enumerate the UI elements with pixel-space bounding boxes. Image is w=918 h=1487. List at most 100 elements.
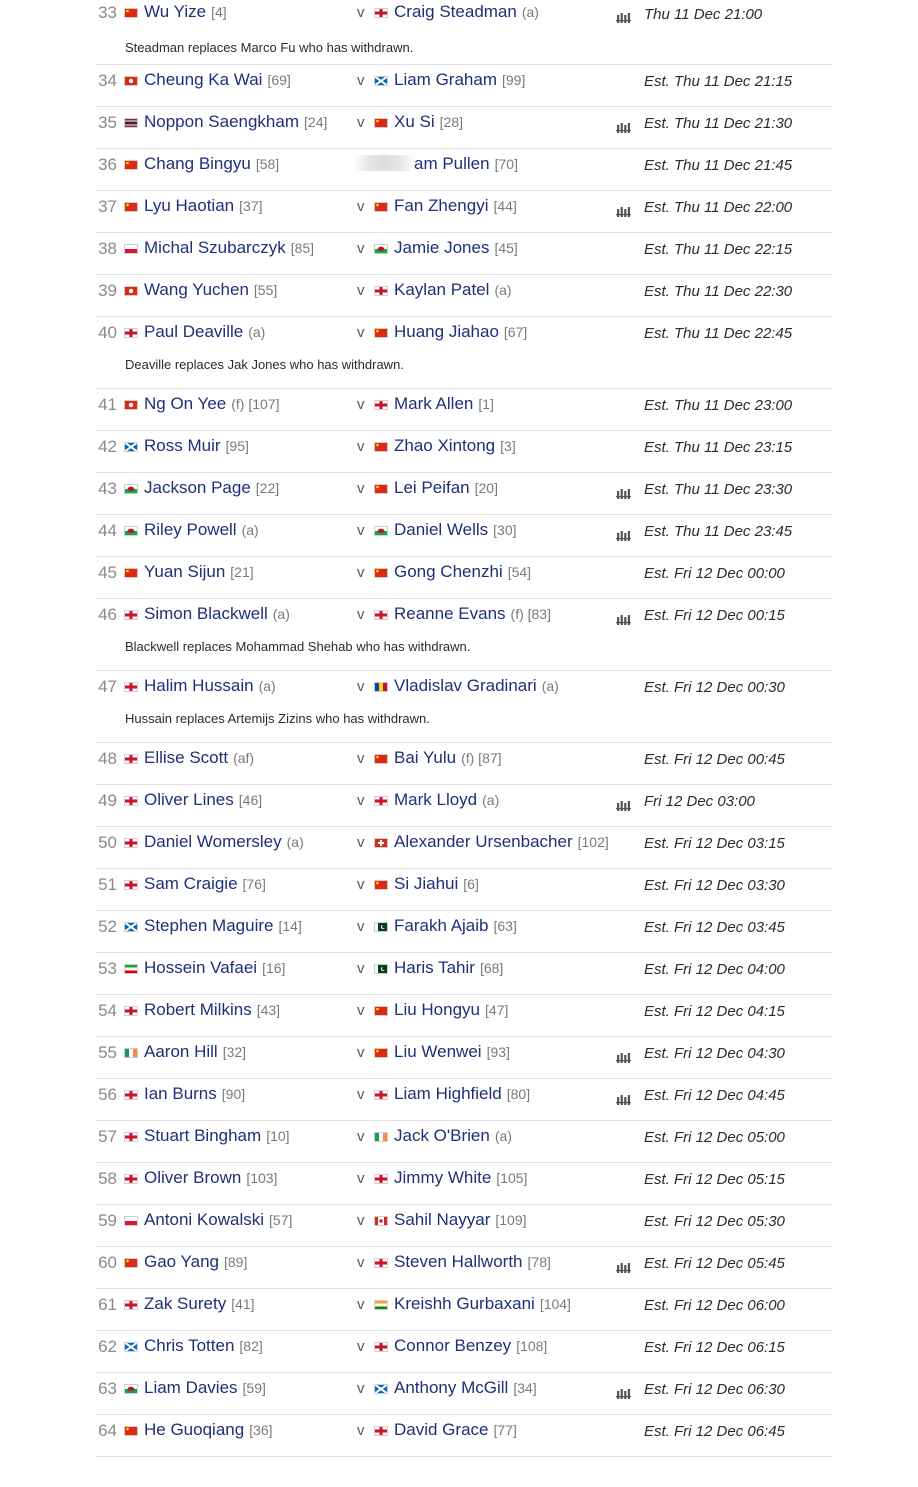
match-row: 64 He Guoqiang [36] v David Grace [77] Est. Fr…: [96, 1415, 832, 1457]
player-name-link[interactable]: Oliver Lines: [144, 790, 234, 809]
versus-label: v: [357, 4, 365, 21]
player-name-link[interactable]: Riley Powell: [144, 520, 237, 539]
england-flag-icon: [374, 286, 388, 296]
match-time: Est. Fri 12 Dec 03:15: [644, 835, 785, 852]
hongkong-flag-icon: [124, 76, 138, 86]
player-name-link[interactable]: Hossein Vafaei: [144, 958, 257, 977]
player-name-link[interactable]: Alexander Ursenbacher: [394, 832, 573, 851]
player-name-link[interactable]: Aaron Hill: [144, 1042, 218, 1061]
player-name-link[interactable]: Sahil Nayyar: [394, 1210, 490, 1229]
player-name-link[interactable]: Ng On Yee: [144, 394, 226, 413]
player-name-link[interactable]: Noppon Saengkham: [144, 112, 299, 131]
player-name-link[interactable]: Lei Peifan: [394, 478, 470, 497]
england-flag-icon: [124, 754, 138, 764]
player-name-link[interactable]: Haris Tahir: [394, 958, 475, 977]
match-number: 59: [98, 1211, 117, 1230]
player-name-link[interactable]: Connor Benzey: [394, 1336, 511, 1355]
player-name-link[interactable]: He Guoqiang: [144, 1420, 244, 1439]
england-flag-icon: [374, 400, 388, 410]
player-name-link[interactable]: Zhao Xintong: [394, 436, 495, 455]
player-name-link[interactable]: Jamie Jones: [394, 238, 489, 257]
india-flag-icon: [374, 1300, 388, 1310]
player-name-link[interactable]: Xu Si: [394, 112, 435, 131]
player-seed: [82]: [239, 1338, 263, 1354]
player-name-link[interactable]: Jack O'Brien: [394, 1126, 490, 1145]
player-two: Alexander Ursenbacher [102]: [374, 832, 609, 852]
player-seed: (a): [482, 792, 500, 808]
player-name-link[interactable]: Mark Allen: [394, 394, 473, 413]
player-name-link[interactable]: Ian Burns: [144, 1084, 217, 1103]
player-name-link[interactable]: Halim Hussain: [144, 676, 254, 695]
player-name-link[interactable]: Paul Deaville: [144, 322, 243, 341]
ireland-flag-icon: [374, 1132, 388, 1142]
player-name-link[interactable]: Robert Milkins: [144, 1000, 252, 1019]
player-seed: [57]: [269, 1212, 293, 1228]
versus-label: v: [357, 1338, 365, 1355]
player-name-link[interactable]: am Pullen: [414, 154, 490, 173]
versus-label: v: [357, 1128, 365, 1145]
player-name-link[interactable]: Lyu Haotian: [144, 196, 234, 215]
player-name-link[interactable]: David Grace: [394, 1420, 488, 1439]
player-name-link[interactable]: Oliver Brown: [144, 1168, 241, 1187]
ireland-flag-icon: [124, 1048, 138, 1058]
iran-flag-icon: [124, 964, 138, 974]
player-one: Sam Craigie [76]: [124, 874, 266, 894]
player-seed: [90]: [221, 1086, 246, 1102]
player-name-link[interactable]: Liu Hongyu: [394, 1000, 480, 1019]
player-name-link[interactable]: Antoni Kowalski: [144, 1210, 264, 1229]
player-name-link[interactable]: Huang Jiahao: [394, 322, 499, 341]
poland-flag-icon: [124, 244, 138, 254]
player-name-link[interactable]: Simon Blackwell: [144, 604, 268, 623]
player-one: Gao Yang [89]: [124, 1252, 247, 1272]
player-seed: [69]: [267, 72, 291, 88]
player-two: Haris Tahir [68]: [374, 958, 503, 978]
player-name-link[interactable]: Gong Chenzhi: [394, 562, 503, 581]
player-name-link[interactable]: Steven Hallworth: [394, 1252, 523, 1271]
player-name-link[interactable]: Jackson Page: [144, 478, 251, 497]
player-name-link[interactable]: Anthony McGill: [394, 1378, 508, 1397]
player-name-link[interactable]: Mark Lloyd: [394, 790, 477, 809]
player-name-link[interactable]: Kreishh Gurbaxani: [394, 1294, 535, 1313]
player-name-link[interactable]: Stephen Maguire: [144, 916, 273, 935]
tv-broadcast-icon: [616, 204, 631, 217]
player-name-link[interactable]: Bai Yulu: [394, 748, 456, 767]
player-name-link[interactable]: Sam Craigie: [144, 874, 238, 893]
player-one: Paul Deaville (a): [124, 322, 265, 342]
player-name-link[interactable]: Daniel Wells: [394, 520, 488, 539]
player-name-link[interactable]: Vladislav Gradinari: [394, 676, 537, 695]
player-seed: [34]: [513, 1380, 537, 1396]
player-name-link[interactable]: Fan Zhengyi: [394, 196, 489, 215]
player-name-link[interactable]: Michal Szubarczyk: [144, 238, 286, 257]
player-one: Michal Szubarczyk [85]: [124, 238, 314, 258]
match-number: 62: [98, 1337, 117, 1356]
match-time: Est. Fri 12 Dec 06:45: [644, 1423, 785, 1440]
player-name-link[interactable]: Wang Yuchen: [144, 280, 249, 299]
player-name-link[interactable]: Liam Davies: [144, 1378, 238, 1397]
scotland-flag-icon: [374, 1384, 388, 1394]
player-name-link[interactable]: Jimmy White: [394, 1168, 491, 1187]
match-row: 53 Hossein Vafaei [16] v Haris Tahir [68] Est.…: [96, 953, 832, 995]
player-name-link[interactable]: Chris Totten: [144, 1336, 234, 1355]
player-name-link[interactable]: Liu Wenwei: [394, 1042, 482, 1061]
player-name-link[interactable]: Gao Yang: [144, 1252, 219, 1271]
player-name-link[interactable]: Cheung Ka Wai: [144, 70, 262, 89]
player-name-link[interactable]: Reanne Evans: [394, 604, 506, 623]
player-seed: [4]: [211, 4, 227, 20]
player-name-link[interactable]: Liam Highfield: [394, 1084, 502, 1103]
player-name-link[interactable]: Ellise Scott: [144, 748, 228, 767]
player-name-link[interactable]: Si Jiahui: [394, 874, 458, 893]
player-name-link[interactable]: Wu Yize: [144, 2, 206, 21]
player-name-link[interactable]: Yuan Sijun: [144, 562, 225, 581]
match-number: 42: [98, 437, 117, 456]
player-name-link[interactable]: Liam Graham: [394, 70, 497, 89]
player-name-link[interactable]: Ross Muir: [144, 436, 221, 455]
wales-flag-icon: [124, 526, 138, 536]
player-name-link[interactable]: Farakh Ajaib: [394, 916, 489, 935]
player-name-link[interactable]: Craig Steadman: [394, 2, 517, 21]
player-name-link[interactable]: Kaylan Patel: [394, 280, 489, 299]
player-name-link[interactable]: Zak Surety: [144, 1294, 226, 1313]
player-name-link[interactable]: Daniel Womersley: [144, 832, 282, 851]
match-number: 33: [98, 3, 117, 22]
player-name-link[interactable]: Stuart Bingham: [144, 1126, 261, 1145]
player-name-link[interactable]: Chang Bingyu: [144, 154, 251, 173]
